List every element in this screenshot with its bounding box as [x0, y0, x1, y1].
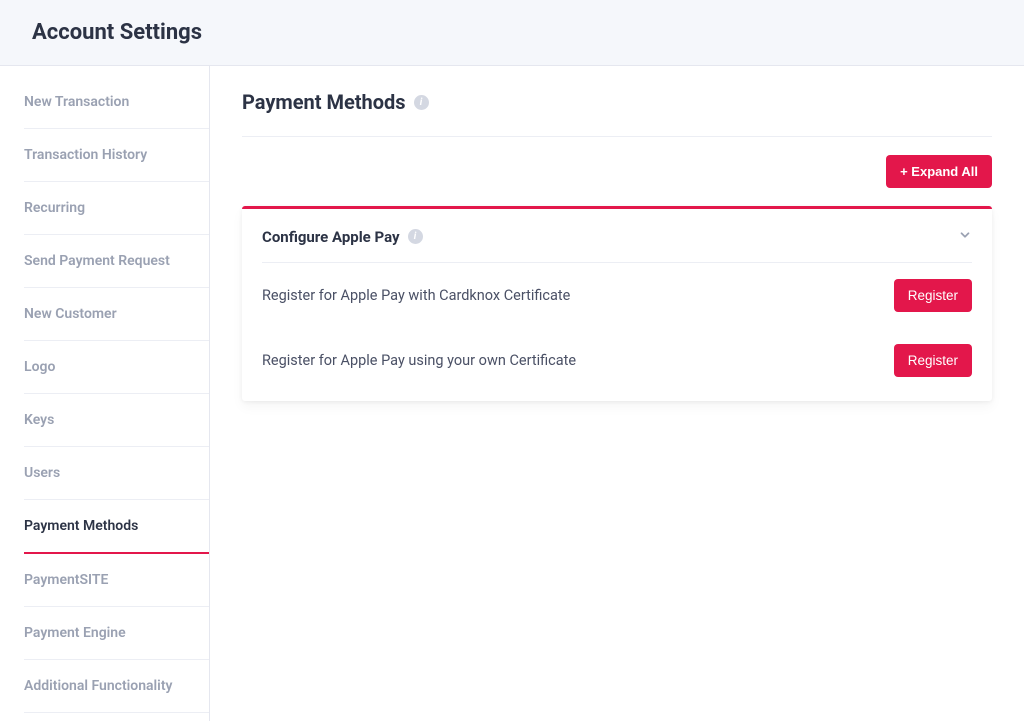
- sidebar-item-transaction-history[interactable]: Transaction History: [24, 129, 209, 182]
- info-icon[interactable]: i: [408, 229, 423, 244]
- layout: New Transaction Transaction History Recu…: [0, 66, 1024, 721]
- register-button-cardknox[interactable]: Register: [894, 279, 972, 312]
- row-label: Register for Apple Pay using your own Ce…: [262, 352, 576, 369]
- main-content: Payment Methods i + Expand All Configure…: [210, 66, 1024, 721]
- sidebar-item-keys[interactable]: Keys: [24, 394, 209, 447]
- sidebar-item-payment-engine[interactable]: Payment Engine: [24, 607, 209, 660]
- main-title: Payment Methods: [242, 90, 406, 114]
- card-row-own-cert: Register for Apple Pay using your own Ce…: [262, 328, 972, 393]
- sidebar: New Transaction Transaction History Recu…: [0, 66, 210, 721]
- page-header: Account Settings: [0, 0, 1024, 66]
- main-header: Payment Methods i: [242, 90, 992, 137]
- sidebar-item-recurring[interactable]: Recurring: [24, 182, 209, 235]
- sidebar-item-send-payment-request[interactable]: Send Payment Request: [24, 235, 209, 288]
- chevron-down-icon[interactable]: [958, 227, 972, 246]
- sidebar-item-users[interactable]: Users: [24, 447, 209, 500]
- sidebar-item-additional-functionality[interactable]: Additional Functionality: [24, 660, 209, 713]
- sidebar-item-payment-methods[interactable]: Payment Methods: [24, 500, 209, 554]
- configure-apple-pay-card: Configure Apple Pay i Register for Apple…: [242, 206, 992, 401]
- page-title: Account Settings: [32, 20, 992, 45]
- sidebar-item-logo[interactable]: Logo: [24, 341, 209, 394]
- register-button-own-cert[interactable]: Register: [894, 344, 972, 377]
- card-header-left: Configure Apple Pay i: [262, 228, 423, 246]
- toolbar: + Expand All: [242, 137, 992, 206]
- row-label: Register for Apple Pay with Cardknox Cer…: [262, 287, 570, 304]
- expand-all-button[interactable]: + Expand All: [886, 155, 992, 188]
- info-icon[interactable]: i: [414, 95, 429, 110]
- sidebar-item-new-customer[interactable]: New Customer: [24, 288, 209, 341]
- card-header[interactable]: Configure Apple Pay i: [262, 209, 972, 263]
- sidebar-item-paymentsite[interactable]: PaymentSITE: [24, 554, 209, 607]
- card-row-cardknox-cert: Register for Apple Pay with Cardknox Cer…: [262, 263, 972, 328]
- sidebar-item-new-transaction[interactable]: New Transaction: [24, 76, 209, 129]
- card-title: Configure Apple Pay: [262, 228, 400, 246]
